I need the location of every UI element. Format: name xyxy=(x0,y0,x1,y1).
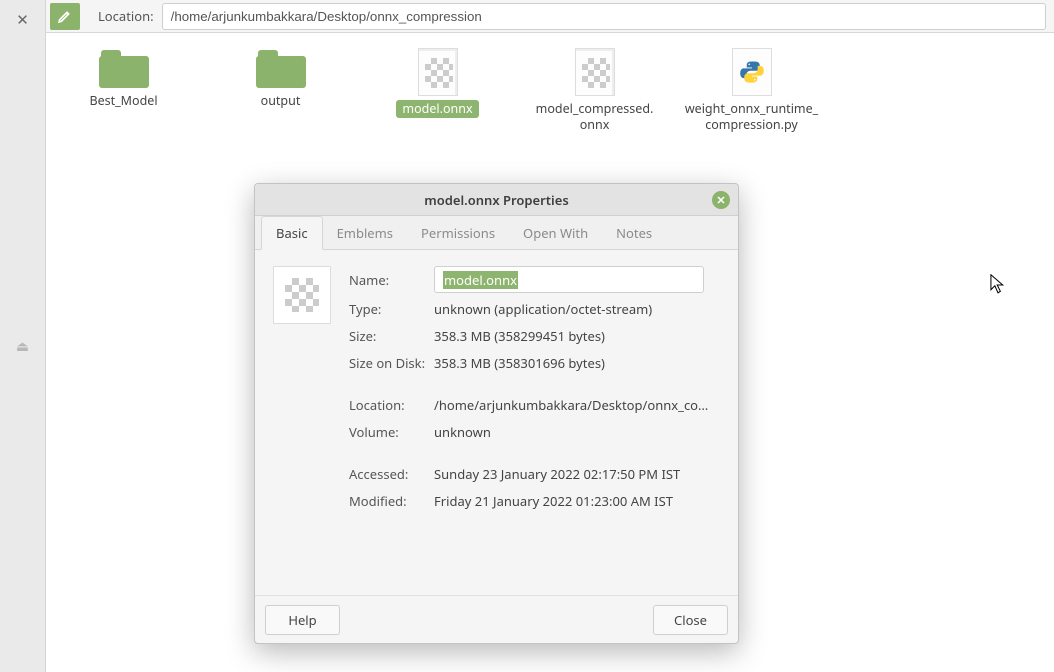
pencil-icon xyxy=(57,8,73,24)
tab-basic[interactable]: Basic xyxy=(261,216,323,250)
size-on-disk-label: Size on Disk: xyxy=(349,354,434,372)
modified-value: Friday 21 January 2022 01:23:00 AM IST xyxy=(434,492,673,510)
file-compression-py[interactable]: weight_onnx_runtime_ compression.py xyxy=(694,48,809,133)
size-on-disk-value: 358.3 MB (358301696 bytes) xyxy=(434,354,605,372)
file-label: weight_onnx_runtime_ compression.py xyxy=(679,100,824,133)
checker-icon xyxy=(285,278,319,312)
type-label: Type: xyxy=(349,300,434,318)
eject-icon[interactable]: ⏏ xyxy=(16,337,29,356)
name-label: Name: xyxy=(349,271,434,289)
file-model-onnx[interactable]: model.onnx xyxy=(380,48,495,118)
help-button[interactable]: Help xyxy=(265,605,340,635)
file-label: model.onnx xyxy=(396,100,478,118)
folder-icon xyxy=(256,48,306,88)
dialog-title: model.onnx Properties xyxy=(424,191,569,209)
accessed-value: Sunday 23 January 2022 02:17:50 PM IST xyxy=(434,465,680,483)
tab-permissions[interactable]: Permissions xyxy=(407,217,509,249)
file-label: Best_Model xyxy=(83,92,163,110)
volume-label: Volume: xyxy=(349,423,434,441)
dialog-buttons: Help Close xyxy=(255,595,738,643)
toolbar: Location: xyxy=(46,0,1054,33)
icon-view: Best_Model output model.onnx model_compr… xyxy=(46,33,1054,133)
volume-value: unknown xyxy=(434,423,491,441)
close-button[interactable]: Close xyxy=(653,605,728,635)
dialog-titlebar[interactable]: model.onnx Properties ✕ xyxy=(255,184,738,216)
tab-close-icon[interactable]: ✕ xyxy=(13,10,33,30)
side-rail: ✕ ⏏ xyxy=(0,0,46,672)
unknown-file-icon xyxy=(575,48,615,96)
file-label: model_compressed. onnx xyxy=(530,100,660,133)
name-value: model.onnx xyxy=(443,271,518,289)
file-thumbnail[interactable] xyxy=(273,266,331,324)
dialog-body: Name: model.onnx Type: unknown (applicat… xyxy=(255,250,738,595)
python-logo-icon xyxy=(739,59,765,85)
modified-label: Modified: xyxy=(349,492,434,510)
close-icon: ✕ xyxy=(716,193,725,208)
name-input[interactable]: model.onnx xyxy=(434,266,704,293)
location-label: Location: xyxy=(98,7,154,25)
location-value: /home/arjunkumbakkara/Desktop/onnx_compr… xyxy=(434,396,714,414)
size-value: 358.3 MB (358299451 bytes) xyxy=(434,327,605,345)
tab-notes[interactable]: Notes xyxy=(602,217,666,249)
properties-dialog: model.onnx Properties ✕ Basic Emblems Pe… xyxy=(254,183,739,644)
python-file-icon xyxy=(732,48,772,96)
location-input[interactable] xyxy=(162,3,1046,30)
tab-emblems[interactable]: Emblems xyxy=(323,217,407,249)
type-value: unknown (application/octet-stream) xyxy=(434,300,652,318)
file-output[interactable]: output xyxy=(223,48,338,110)
folder-icon xyxy=(99,48,149,88)
tab-open-with[interactable]: Open With xyxy=(509,217,602,249)
edit-path-button[interactable] xyxy=(50,3,80,30)
location-label: Location: xyxy=(349,396,434,414)
dialog-close-button[interactable]: ✕ xyxy=(712,191,730,209)
size-label: Size: xyxy=(349,327,434,345)
file-best-model[interactable]: Best_Model xyxy=(66,48,181,110)
dialog-tabs: Basic Emblems Permissions Open With Note… xyxy=(255,216,738,250)
file-model-compressed-onnx[interactable]: model_compressed. onnx xyxy=(537,48,652,133)
accessed-label: Accessed: xyxy=(349,465,434,483)
file-label: output xyxy=(255,92,307,110)
unknown-file-icon xyxy=(418,48,458,96)
properties-grid: Name: model.onnx Type: unknown (applicat… xyxy=(349,266,720,585)
